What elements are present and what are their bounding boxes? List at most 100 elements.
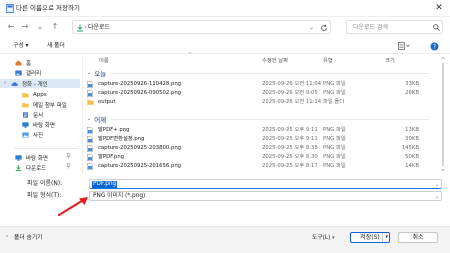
sidebar-item-onedrive-personal[interactable]: › 정화 - 개인 [0, 79, 80, 88]
column-header-date[interactable]: 수정한 날짜 [262, 56, 288, 64]
file-name: capture-20250925-203800.png [98, 145, 182, 151]
file-row[interactable]: 말PDF변환설정.png 2025-09-25 오후 9:11 PNG 파일 3… [87, 135, 427, 144]
sidebar-item-home[interactable]: 홈 [0, 58, 80, 67]
image-file-icon [87, 90, 93, 97]
image-file-icon [87, 145, 93, 152]
file-date: 2025-09-25 오후 8:38 [262, 145, 318, 151]
sidebar-item-label: 메일 첨부 파일 [33, 102, 67, 109]
address-dropdown-icon[interactable]: ⌄ [309, 23, 314, 32]
forward-button[interactable]: → [20, 22, 30, 32]
sidebar-item-label: 홈 [26, 60, 32, 67]
sidebar-item-label: 갤러리 [26, 70, 42, 77]
collapse-chevron-icon[interactable]: ⌄ [87, 116, 91, 122]
up-button[interactable]: ↑ [50, 22, 60, 32]
image-file-icon [87, 127, 93, 134]
column-header-name[interactable]: 이름 [99, 56, 109, 64]
dialog-icon [6, 4, 14, 13]
hide-folders-chevron-icon[interactable]: ⌃ [5, 234, 9, 243]
close-button[interactable]: ✕ [432, 2, 446, 14]
filetype-select[interactable]: PNG 이미지 (*.png) ⌄ [89, 191, 442, 201]
file-type: PNG 파일 [323, 81, 346, 87]
filetype-dropdown-icon[interactable]: ⌄ [435, 193, 439, 201]
filename-field[interactable]: PDF.png ⌄ [89, 179, 442, 189]
group-label: 어제 [94, 116, 107, 124]
file-row[interactable]: capture-20250925-203800.png 2025-09-25 오… [87, 144, 427, 153]
pin-icon [66, 163, 71, 169]
sidebar-item-mail-attachments[interactable]: 메일 첨부 파일 [0, 100, 80, 109]
image-file-icon [87, 81, 93, 88]
file-date: 2025-09-25 오후 9:11 [262, 127, 318, 133]
file-size: 13KB [405, 127, 419, 133]
file-row[interactable]: capture-20250926-110428.png 2025-09-26 오… [87, 80, 427, 89]
filename-input[interactable]: PDF.png [92, 181, 118, 188]
search-box[interactable]: 다운로드 검색 [346, 20, 443, 34]
command-bar: 구성 ▾ 새 폴더 ? [0, 39, 450, 54]
filetype-value: PNG 이미지 (*.png) [93, 193, 146, 199]
help-icon[interactable]: ? [430, 42, 439, 51]
file-name: capture-20250926-090502.png [98, 90, 182, 96]
annotation-arrow-icon [55, 194, 95, 218]
column-header-size[interactable]: 크기 [385, 56, 395, 64]
collapse-chevron-icon[interactable]: ⌄ [87, 70, 91, 76]
sidebar-item-label: 문서 [33, 112, 44, 119]
picture-icon [22, 132, 29, 138]
file-name: 말PDF.png [98, 154, 125, 160]
file-name: capture-20250925-201656.png [98, 163, 182, 169]
file-date: 2025-09-26 오전 9:05 [262, 90, 318, 96]
sidebar-item-desktop[interactable]: 바탕 화면 [0, 120, 80, 129]
filename-dropdown-icon[interactable]: ⌄ [435, 181, 439, 189]
sidebar-item-documents[interactable]: 문서 [0, 110, 80, 119]
recent-locations-button[interactable]: ⌄ [35, 22, 45, 32]
file-date: 2025-09-25 오후 8:30 [262, 154, 318, 160]
address-bar[interactable]: › 다운로드 ⌄ [72, 20, 331, 34]
file-type: PNG 파일 [323, 127, 346, 133]
download-icon [76, 24, 84, 32]
tools-dropdown-icon[interactable]: ▾ [332, 234, 335, 243]
group-divider [111, 73, 429, 74]
sidebar-item-apps[interactable]: Apps [0, 90, 80, 99]
search-input[interactable]: 다운로드 검색 [353, 23, 388, 32]
save-dropdown-icon[interactable]: ▾ [382, 233, 388, 242]
organize-menu[interactable]: 구성 ▾ [13, 42, 28, 51]
file-name: capture-20250926-110428.png [98, 81, 182, 87]
download-icon [15, 164, 22, 171]
group-label: 오늘 [94, 70, 107, 78]
search-icon [433, 24, 440, 31]
pin-icon [66, 153, 71, 159]
tools-menu[interactable]: 도구(L) [312, 234, 330, 243]
group-header-today[interactable]: ⌄ 오늘 [87, 68, 106, 78]
file-row[interactable]: 말PDF.png 2025-09-25 오후 8:30 PNG 파일 50KB [87, 153, 427, 162]
hide-folders-button[interactable]: 폴더 숨기기 [14, 234, 43, 243]
sidebar-item-pictures[interactable]: 사진 [0, 130, 80, 139]
refresh-icon[interactable] [320, 24, 328, 32]
file-type: 파일 폴더 [323, 99, 345, 105]
file-row[interactable]: 말PDF+.png 2025-09-25 오후 9:11 PNG 파일 13KB [87, 126, 427, 135]
file-name: 말PDF변환설정.png [98, 136, 145, 142]
file-row[interactable]: output 2025-09-26 오전 11:14 파일 폴더 [87, 98, 427, 107]
sidebar-item-desktop-quick[interactable]: 바탕 화면 [0, 153, 80, 162]
back-button[interactable]: ← [6, 22, 16, 32]
file-size: 145KB [401, 145, 419, 151]
cloud-icon [11, 81, 18, 87]
column-header-type[interactable]: 유형 [323, 56, 333, 64]
svg-text:?: ? [433, 44, 436, 51]
breadcrumb-downloads[interactable]: 다운로드 [88, 23, 110, 32]
file-type: PNG 파일 [323, 163, 346, 169]
navigation-pane: 홈 갤러리 › 정화 - 개인 Apps 메일 첨부 파일 문서 바탕 화면 사… [0, 55, 83, 174]
folder-icon [22, 102, 29, 108]
expand-chevron-icon[interactable]: › [4, 80, 6, 86]
cancel-button[interactable]: 취소 [398, 232, 438, 243]
sidebar-item-gallery[interactable]: 갤러리 [0, 68, 80, 77]
vertical-scrollbar[interactable] [440, 55, 446, 174]
group-header-yesterday[interactable]: ⌄ 어제 [87, 114, 106, 124]
new-folder-button[interactable]: 새 폴더 [47, 42, 65, 51]
file-type: PNG 파일 [323, 145, 346, 151]
file-row[interactable]: capture-20250926-090502.png 2025-09-26 오… [87, 89, 427, 98]
view-options-icon[interactable] [398, 42, 410, 50]
save-button[interactable]: 저장(S) ▾ [350, 232, 390, 243]
file-row[interactable]: capture-20250925-201656.png 2025-09-25 오… [87, 162, 427, 171]
sidebar-item-downloads[interactable]: 다운로드 [0, 163, 80, 172]
gallery-icon [15, 70, 22, 76]
sidebar-item-label: 사진 [33, 132, 44, 139]
window-title: 다른 이름으로 저장하기 [16, 4, 80, 12]
